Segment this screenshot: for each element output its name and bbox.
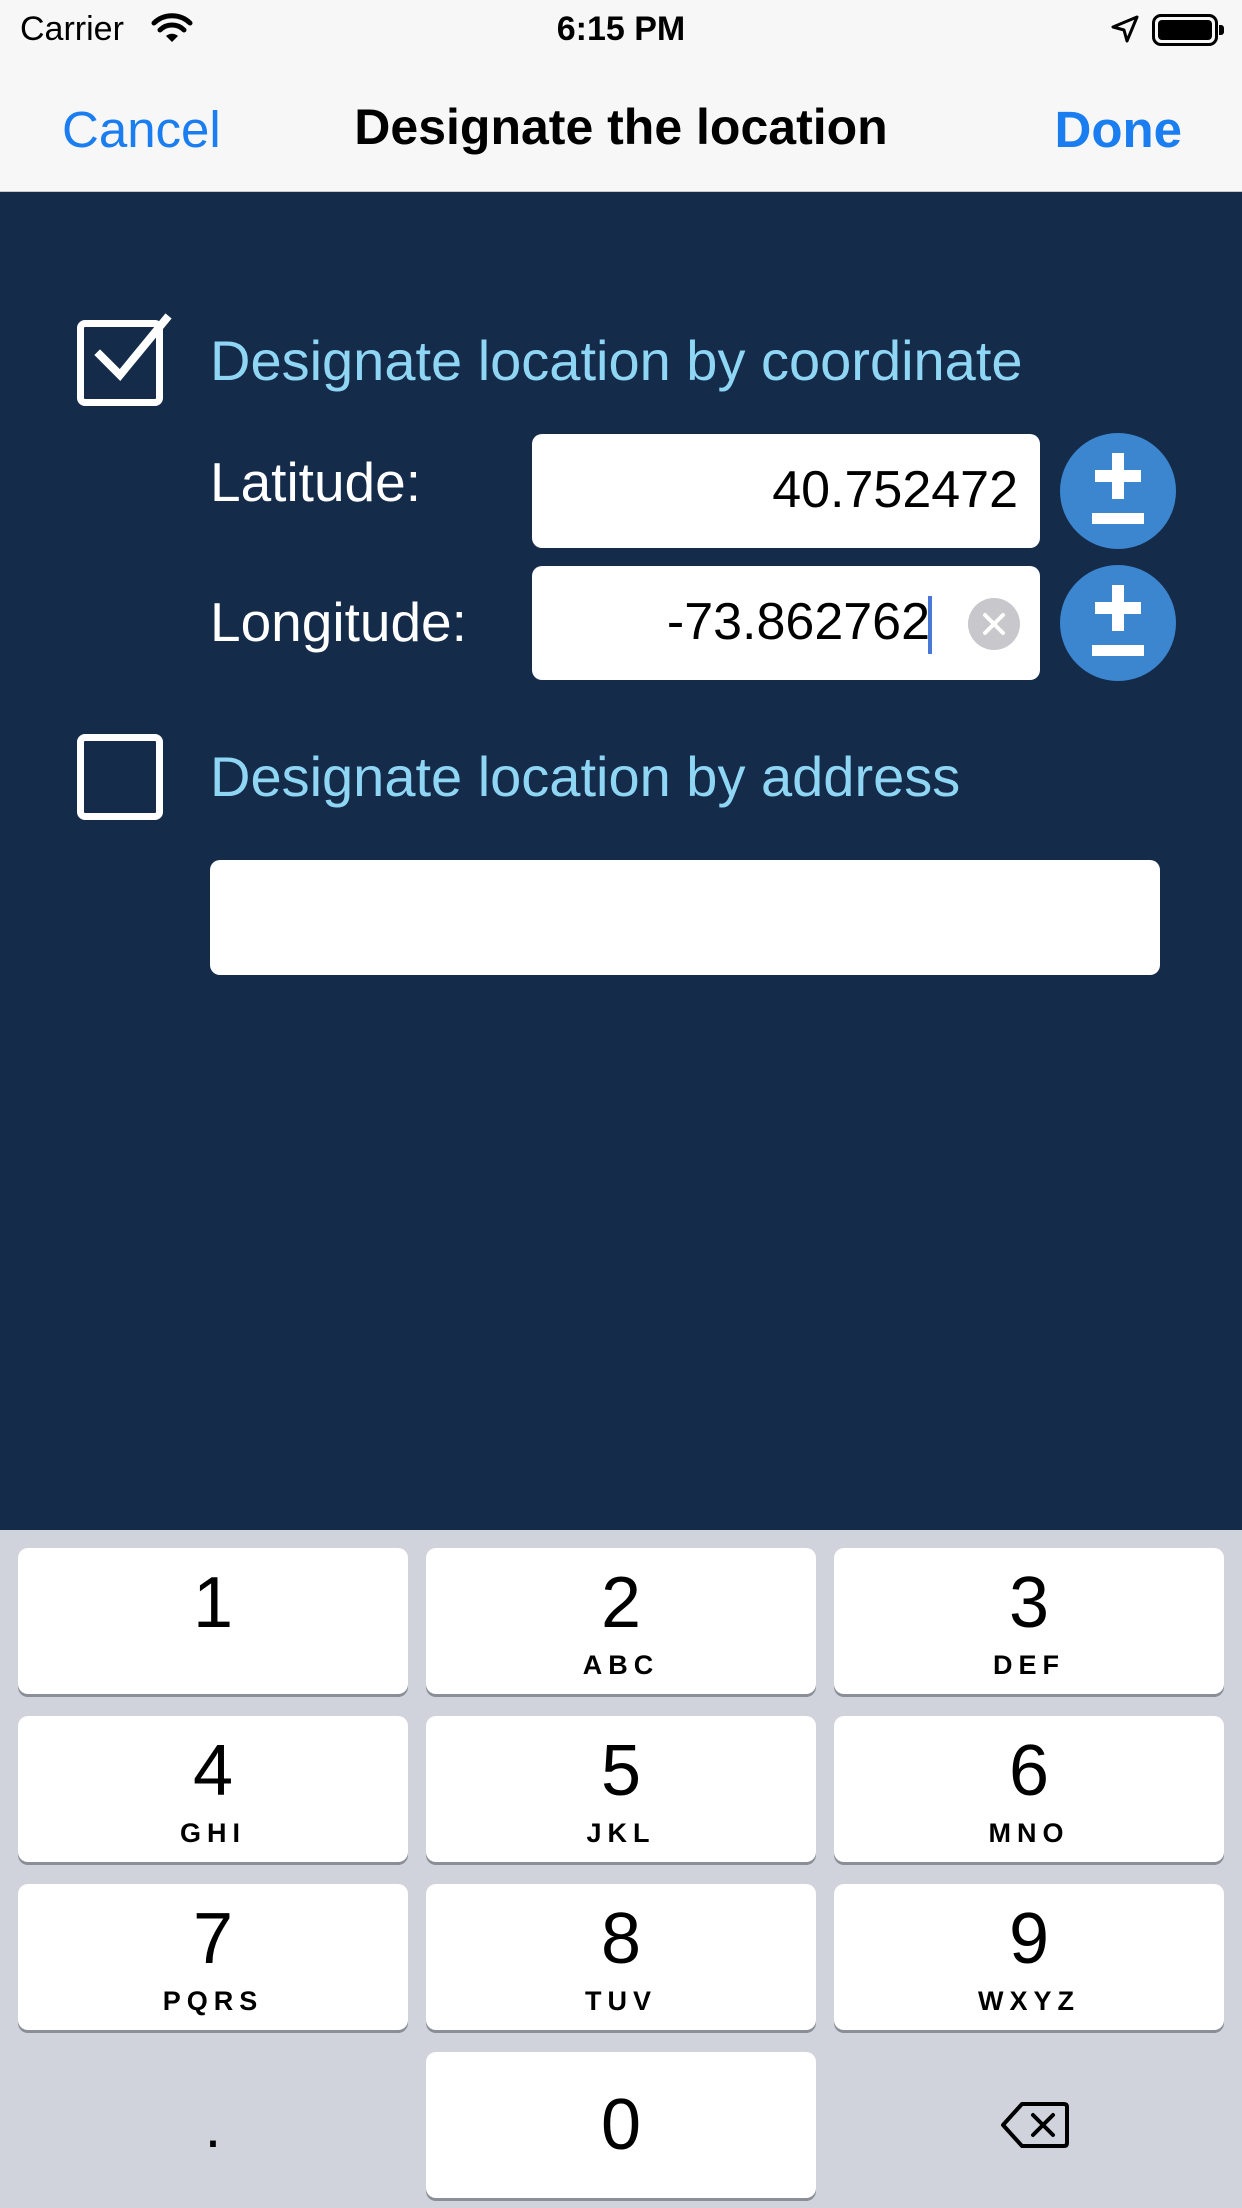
address-checkbox[interactable] bbox=[77, 734, 163, 820]
key-digit: 9 bbox=[1008, 1899, 1050, 1979]
address-option-label[interactable]: Designate location by address bbox=[210, 744, 960, 809]
delete-icon bbox=[1001, 2102, 1069, 2148]
key-letters: PQRS bbox=[162, 1986, 264, 2016]
numeric-keypad: 1 2 ABC 3 DEF 4 GHI 5 JKL 6 MNO 7 PQRS 8… bbox=[0, 1530, 1242, 2208]
key-letters: GHI bbox=[179, 1818, 246, 1848]
checkmark-icon bbox=[86, 305, 176, 400]
coordinate-option-label[interactable]: Designate location by coordinate bbox=[210, 328, 1023, 393]
battery-icon bbox=[1152, 14, 1224, 46]
key-0[interactable]: 0 bbox=[426, 2052, 816, 2198]
key-1[interactable]: 1 bbox=[18, 1548, 408, 1694]
address-field[interactable] bbox=[210, 860, 1160, 975]
key-digit: 4 bbox=[192, 1731, 234, 1811]
status-bar: Carrier 6:15 PM bbox=[0, 0, 1242, 62]
longitude-label: Longitude: bbox=[210, 591, 467, 653]
longitude-sign-toggle-button[interactable] bbox=[1060, 565, 1176, 681]
key-letters: JKL bbox=[586, 1818, 656, 1848]
key-letters: DEF bbox=[993, 1650, 1065, 1680]
latitude-field[interactable]: 40.752472 bbox=[532, 434, 1040, 548]
coordinate-checkbox[interactable] bbox=[77, 313, 172, 406]
key-2[interactable]: 2 ABC bbox=[426, 1548, 816, 1694]
key-digit: 3 bbox=[1008, 1563, 1050, 1643]
key-6[interactable]: 6 MNO bbox=[834, 1716, 1224, 1862]
key-decimal-point[interactable]: . bbox=[18, 2052, 408, 2198]
key-8[interactable]: 8 TUV bbox=[426, 1884, 816, 2030]
key-letters: WXYZ bbox=[978, 1986, 1080, 2016]
key-digit: 7 bbox=[192, 1899, 234, 1979]
clear-text-button[interactable] bbox=[968, 598, 1020, 650]
latitude-sign-toggle-button[interactable] bbox=[1060, 433, 1176, 549]
key-digit: 2 bbox=[600, 1563, 642, 1643]
key-4[interactable]: 4 GHI bbox=[18, 1716, 408, 1862]
key-digit: 1 bbox=[192, 1563, 234, 1643]
key-letters: TUV bbox=[585, 1986, 657, 2016]
key-letters: ABC bbox=[582, 1650, 660, 1680]
key-digit: . bbox=[204, 2093, 222, 2160]
clock: 6:15 PM bbox=[556, 10, 686, 48]
key-digit: 6 bbox=[1008, 1731, 1050, 1811]
location-arrow-icon bbox=[1110, 14, 1140, 49]
done-button[interactable]: Done bbox=[1055, 100, 1183, 159]
delete-key[interactable] bbox=[834, 2052, 1224, 2198]
clear-icon bbox=[983, 613, 1005, 635]
longitude-value: -73.862762 bbox=[666, 593, 930, 651]
key-digit: 5 bbox=[600, 1731, 642, 1811]
latitude-value: 40.752472 bbox=[772, 461, 1018, 519]
navigation-bar: Cancel Designate the location Done bbox=[0, 62, 1242, 192]
key-3[interactable]: 3 DEF bbox=[834, 1548, 1224, 1694]
key-letters: MNO bbox=[988, 1818, 1070, 1848]
key-7[interactable]: 7 PQRS bbox=[18, 1884, 408, 2030]
key-digit: 8 bbox=[600, 1899, 642, 1979]
longitude-field[interactable]: -73.862762 bbox=[532, 566, 1040, 680]
latitude-label: Latitude: bbox=[210, 451, 422, 513]
key-5[interactable]: 5 JKL bbox=[426, 1716, 816, 1862]
key-digit: 0 bbox=[600, 2085, 642, 2165]
key-9[interactable]: 9 WXYZ bbox=[834, 1884, 1224, 2030]
text-cursor bbox=[928, 596, 932, 654]
